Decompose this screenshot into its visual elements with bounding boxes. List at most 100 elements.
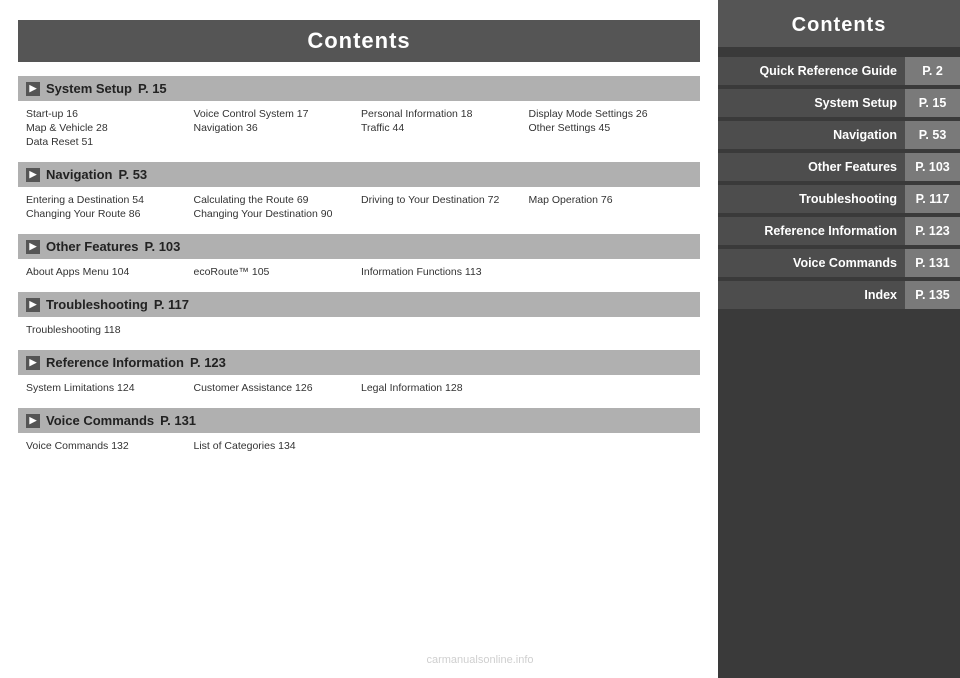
section-item: Changing Your Route 86 (26, 208, 190, 220)
section-item: Legal Information 128 (361, 382, 525, 394)
section-item (194, 324, 358, 336)
section-header-reference-information: ▶ Reference Information P. 123 (18, 350, 700, 375)
sidebar-nav-label[interactable]: Index (718, 281, 905, 309)
section-title: Troubleshooting (46, 297, 148, 312)
sidebar-nav-item-5[interactable]: Reference InformationP. 123 (718, 217, 960, 245)
sidebar-nav-page[interactable]: P. 15 (905, 89, 960, 117)
sidebar-nav-item-2[interactable]: NavigationP. 53 (718, 121, 960, 149)
section-item: Navigation 36 (194, 122, 358, 134)
section-item: Troubleshooting 118 (26, 324, 190, 336)
section-header-navigation: ▶ Navigation P. 53 (18, 162, 700, 187)
section-navigation: ▶ Navigation P. 53 Entering a Destination … (18, 162, 700, 224)
section-items: Entering a Destination 54 Calculating the… (18, 191, 700, 224)
sidebar-nav-item-4[interactable]: TroubleshootingP. 117 (718, 185, 960, 213)
section-item: Start-up 16 (26, 108, 190, 120)
section-item (194, 136, 358, 148)
sidebar: Contents Quick Reference GuideP. 2System… (718, 0, 960, 678)
section-item: Data Reset 51 (26, 136, 190, 148)
section-item (529, 208, 693, 220)
section-page: P. 123 (190, 355, 226, 370)
section-item (361, 440, 525, 452)
section-item: Driving to Your Destination 72 (361, 194, 525, 206)
section-item: ecoRoute™ 105 (194, 266, 358, 278)
section-items: System Limitations 124 Customer Assistanc… (18, 379, 700, 398)
section-item: System Limitations 124 (26, 382, 190, 394)
section-arrow-icon: ▶ (26, 82, 40, 96)
sidebar-nav-label[interactable]: Reference Information (718, 217, 905, 245)
section-title: Reference Information (46, 355, 184, 370)
sidebar-nav-label[interactable]: Navigation (718, 121, 905, 149)
section-title: Navigation (46, 167, 112, 182)
section-system-setup: ▶ System Setup P. 15 Start-up 16 Voice Cont… (18, 76, 700, 152)
sidebar-nav-page[interactable]: P. 135 (905, 281, 960, 309)
section-item (529, 324, 693, 336)
section-arrow-icon: ▶ (26, 356, 40, 370)
section-troubleshooting: ▶ Troubleshooting P. 117 Troubleshooting 1… (18, 292, 700, 340)
sidebar-nav-page[interactable]: P. 2 (905, 57, 960, 85)
sidebar-nav-label[interactable]: Troubleshooting (718, 185, 905, 213)
section-header-other-features: ▶ Other Features P. 103 (18, 234, 700, 259)
sidebar-nav-item-3[interactable]: Other FeaturesP. 103 (718, 153, 960, 181)
sidebar-nav-label[interactable]: Other Features (718, 153, 905, 181)
section-items: Troubleshooting 118 (18, 321, 700, 340)
section-arrow-icon: ▶ (26, 168, 40, 182)
section-header-troubleshooting: ▶ Troubleshooting P. 117 (18, 292, 700, 317)
sidebar-nav-page[interactable]: P. 53 (905, 121, 960, 149)
section-item: Information Functions 113 (361, 266, 525, 278)
sidebar-nav-item-6[interactable]: Voice CommandsP. 131 (718, 249, 960, 277)
page-title: Contents (18, 20, 700, 62)
sidebar-nav-page[interactable]: P. 103 (905, 153, 960, 181)
section-item (529, 440, 693, 452)
section-item: Changing Your Destination 90 (194, 208, 358, 220)
sidebar-nav-page[interactable]: P. 117 (905, 185, 960, 213)
section-item: Traffic 44 (361, 122, 525, 134)
section-item (529, 382, 693, 394)
watermark: carmanualsonline.info (426, 654, 533, 666)
sidebar-nav-label[interactable]: Voice Commands (718, 249, 905, 277)
main-content: Contents ▶ System Setup P. 15 Start-up 16 V… (0, 0, 718, 678)
section-item: About Apps Menu 104 (26, 266, 190, 278)
section-page: P. 117 (154, 297, 189, 312)
section-item (361, 208, 525, 220)
section-item: Customer Assistance 126 (194, 382, 358, 394)
section-other-features: ▶ Other Features P. 103 About Apps Menu 10… (18, 234, 700, 282)
sidebar-nav-item-7[interactable]: IndexP. 135 (718, 281, 960, 309)
section-page: P. 53 (118, 167, 147, 182)
section-page: P. 15 (138, 81, 167, 96)
sidebar-nav-page[interactable]: P. 123 (905, 217, 960, 245)
section-item: Display Mode Settings 26 (529, 108, 693, 120)
section-title: System Setup (46, 81, 132, 96)
section-item: List of Categories 134 (194, 440, 358, 452)
section-header-system-setup: ▶ System Setup P. 15 (18, 76, 700, 101)
section-arrow-icon: ▶ (26, 240, 40, 254)
section-items: Start-up 16 Voice Control System 17Person… (18, 105, 700, 152)
section-item: Other Settings 45 (529, 122, 693, 134)
sidebar-nav-item-0[interactable]: Quick Reference GuideP. 2 (718, 57, 960, 85)
sidebar-title: Contents (718, 0, 960, 47)
section-item: Voice Commands 132 (26, 440, 190, 452)
section-item: Personal Information 18 (361, 108, 525, 120)
sidebar-nav-label[interactable]: System Setup (718, 89, 905, 117)
section-item: Map & Vehicle 28 (26, 122, 190, 134)
section-item: Calculating the Route 69 (194, 194, 358, 206)
section-item (529, 266, 693, 278)
section-item: Voice Control System 17 (194, 108, 358, 120)
section-item: Map Operation 76 (529, 194, 693, 206)
sidebar-nav: Quick Reference GuideP. 2System SetupP. … (718, 47, 960, 678)
section-header-voice-commands: ▶Voice Commands P. 131 (18, 408, 700, 433)
sections-container: ▶ System Setup P. 15 Start-up 16 Voice Cont… (18, 76, 700, 456)
section-item (529, 136, 693, 148)
sidebar-nav-item-1[interactable]: System SetupP. 15 (718, 89, 960, 117)
section-item: Entering a Destination 54 (26, 194, 190, 206)
section-item (361, 136, 525, 148)
sidebar-nav-label[interactable]: Quick Reference Guide (718, 57, 905, 85)
section-arrow-icon: ▶ (26, 414, 40, 428)
section-items: About Apps Menu 104 ecoRoute™ 105Informat… (18, 263, 700, 282)
section-reference-information: ▶Reference Information P. 123System Limi… (18, 350, 700, 398)
sidebar-nav-page[interactable]: P. 131 (905, 249, 960, 277)
section-items: Voice Commands 132 List of Categories 134 (18, 437, 700, 456)
section-page: P. 103 (144, 239, 180, 254)
section-title: Other Features (46, 239, 138, 254)
section-arrow-icon: ▶ (26, 298, 40, 312)
section-item (361, 324, 525, 336)
